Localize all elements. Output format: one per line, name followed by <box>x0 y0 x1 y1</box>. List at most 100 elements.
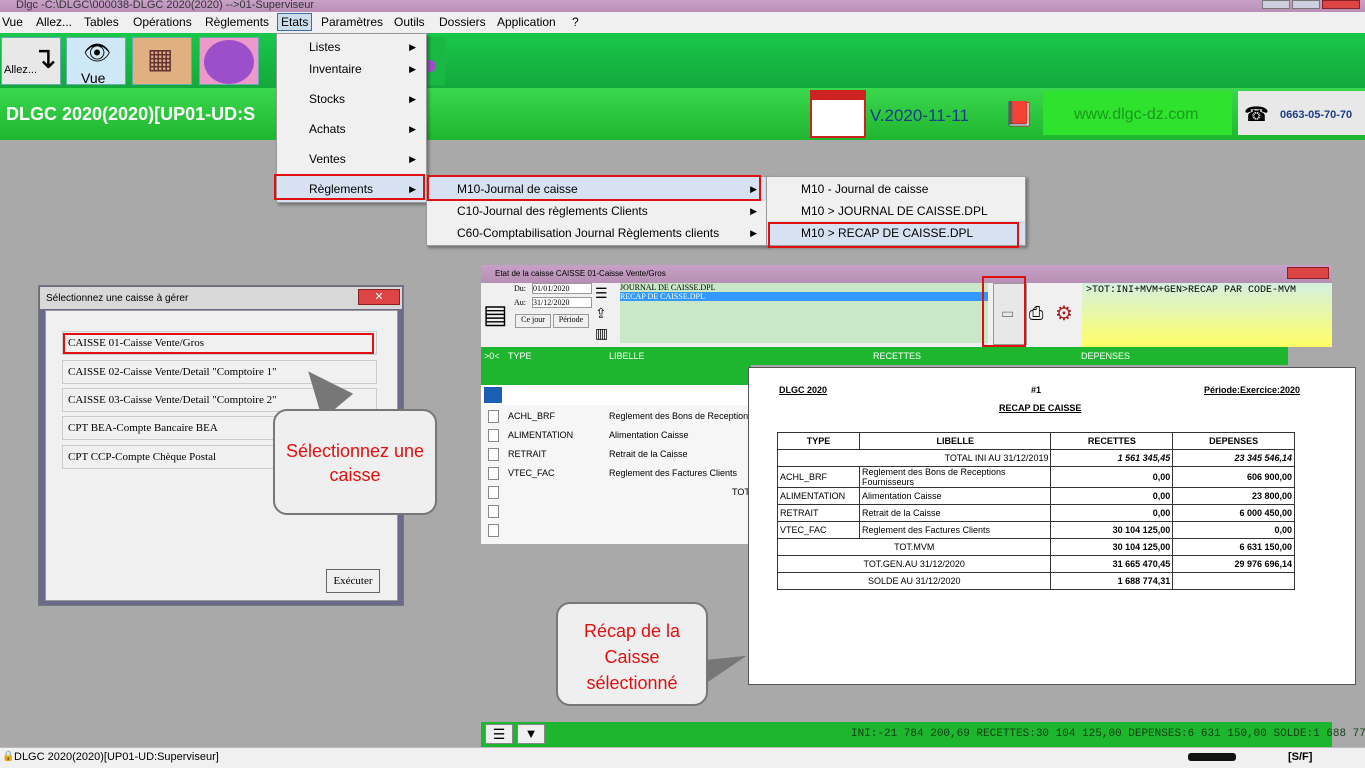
report-cell-recettes: 0,00 <box>1050 504 1174 522</box>
status-session: DLGC 2020(2020)[UP01-UD:Superviseur] <box>14 751 219 763</box>
settings-sliders-icon[interactable]: ☰ <box>595 285 608 302</box>
report-page: #1 <box>1031 385 1042 395</box>
report-table: TYPE LIBELLE RECETTES DEPENSES TOTAL INI… <box>776 432 1295 590</box>
menu-parametres[interactable]: Paramètres <box>321 15 383 29</box>
caisse-dialog-close-button[interactable]: ✕ <box>358 289 400 305</box>
report-period: Période:Exercice:2020 <box>1204 385 1301 395</box>
grid-cell-libelle: Alimentation Caisse <box>609 430 689 440</box>
report-item-recap[interactable]: RECAP DE CAISSE.DPL <box>620 292 988 301</box>
chevron-right-icon: ▶ <box>750 206 757 216</box>
grid-row[interactable]: RETRAIT Retrait de la Caisse <box>488 445 748 464</box>
report-row: ACHL_BRF Reglement des Bons de Reception… <box>777 466 1295 488</box>
caisse-dialog-titlebar: Sélectionnez une caisse à gérer ✕ <box>40 287 402 309</box>
grid-header-libelle[interactable]: LIBELLE <box>609 347 645 365</box>
report-company: DLGC 2020 <box>779 385 828 395</box>
vue-button[interactable]: 👁 Vue <box>66 37 126 86</box>
m10-journal-de-caisse-dpl[interactable]: M10 > JOURNAL DE CAISSE.DPL <box>767 199 1025 223</box>
periode-button[interactable]: Période <box>553 314 589 328</box>
upload-icon[interactable]: ⇪ <box>595 305 607 322</box>
menu-dossiers[interactable]: Dossiers <box>439 15 486 29</box>
callout-select: Sélectionnez une caisse <box>273 409 437 515</box>
basket-icon[interactable]: ▥ <box>595 325 608 342</box>
etats-menu-ventes[interactable]: Ventes ▶ <box>277 146 426 172</box>
allez-button[interactable]: Allez... ↴ <box>1 37 61 85</box>
window-title: Dlgc -C:\DLGC\000038-DLGC 2020(2020) -->… <box>16 0 315 11</box>
submenu-c10-journal-label: C10-Journal des règlements Clients <box>457 204 648 218</box>
etats-menu-inventaire-label: Inventaire <box>309 62 362 76</box>
etats-menu-achats-label: Achats <box>309 122 346 136</box>
etats-menu-stocks[interactable]: Stocks ▶ <box>277 86 426 112</box>
export-gear-icon[interactable]: ⚙ <box>1055 301 1073 326</box>
execute-button[interactable]: Exécuter <box>326 569 380 593</box>
du-input[interactable]: 01/01/2020 <box>532 283 592 294</box>
grid-cell-type: VTEC_FAC <box>508 468 555 478</box>
submenu-c60-comptabilisation-label: C60-Comptabilisation Journal Règlements … <box>457 226 720 240</box>
grid-header-depenses[interactable]: DEPENSES <box>1081 347 1130 365</box>
menu-vue[interactable]: Vue <box>2 15 23 29</box>
grid-cell-libelle: Reglement des Factures Clients <box>609 468 738 478</box>
users-icon <box>204 40 254 84</box>
menu-reglements[interactable]: Règlements <box>205 15 269 29</box>
grid-row[interactable]: VTEC_FAC Reglement des Factures Clients <box>488 464 748 483</box>
website-text[interactable]: www.dlgc-dz.com <box>1074 106 1198 124</box>
du-label: Du: <box>514 284 526 293</box>
minimize-button[interactable] <box>1262 0 1290 9</box>
m10-journal-de-caisse[interactable]: M10 - Journal de caisse <box>767 177 1025 201</box>
grid-cell-libelle: Retrait de la Caisse <box>609 449 688 459</box>
report-tot-gen-label: TOT.GEN.AU 31/12/2020 <box>776 555 1052 573</box>
caisse-dialog-title: Sélectionnez une caisse à gérer <box>46 293 189 304</box>
grid-header-check[interactable]: >0< <box>484 347 500 365</box>
report-solde-label: SOLDE AU 31/12/2020 <box>776 572 1052 590</box>
etats-menu-achats[interactable]: Achats ▶ <box>277 116 426 142</box>
report-solde-recettes: 1 688 774,31 <box>1050 572 1174 590</box>
grid-row[interactable]: ALIMENTATION Alimentation Caisse <box>488 426 748 445</box>
report-tot-gen-depenses: 29 976 696,14 <box>1172 555 1295 573</box>
submenu-c60-comptabilisation[interactable]: C60-Comptabilisation Journal Règlements … <box>427 221 767 245</box>
print-icon[interactable]: ⎙ <box>1029 303 1043 324</box>
menu-help[interactable]: ? <box>572 15 579 29</box>
menu-bar: Vue Allez... Tables Opérations Règlement… <box>0 12 1365 33</box>
submenu-c10-journal[interactable]: C10-Journal des règlements Clients ▶ <box>427 199 767 223</box>
menu-operations[interactable]: Opérations <box>133 15 192 29</box>
report-cell-libelle: Alimentation Caisse <box>858 487 1052 505</box>
au-input[interactable]: 31/12/2020 <box>532 297 592 308</box>
menu-allez[interactable]: Allez... <box>36 15 72 29</box>
grid-header-type[interactable]: TYPE <box>508 347 532 365</box>
close-button[interactable] <box>1322 0 1360 9</box>
etat-footer-totals: INI:-21 784 200,69 RECETTES:30 104 125,0… <box>851 728 1365 740</box>
cash-register-icon: ▤ <box>483 299 508 329</box>
ce-jour-button[interactable]: Ce jour <box>515 314 551 328</box>
version-text: V.2020-11-11 <box>870 106 969 125</box>
menu-tables[interactable]: Tables <box>84 15 119 29</box>
report-item-journal[interactable]: JOURNAL DE CAISSE.DPL <box>620 283 988 292</box>
menu-icon[interactable]: ☰ <box>485 724 513 744</box>
grid-icon: ▦ <box>147 43 174 74</box>
report-header-depenses: DEPENSES <box>1172 432 1295 450</box>
report-cell-libelle: Reglement des Bons de Receptions Fournis… <box>858 466 1052 488</box>
grid-selected-row <box>481 385 751 405</box>
etat-footer: ☰ ▼ INI:-21 784 200,69 RECETTES:30 104 1… <box>481 722 1365 747</box>
users-button[interactable] <box>199 37 259 85</box>
etat-window-close-button[interactable] <box>1287 267 1329 279</box>
menu-application[interactable]: Application <box>497 15 556 29</box>
grid-header-recettes[interactable]: RECETTES <box>873 347 921 365</box>
grid-row-checkbox[interactable] <box>488 505 499 518</box>
arrow-down-icon: ↴ <box>32 42 58 75</box>
menu-outils[interactable]: Outils <box>394 15 425 29</box>
maximize-button[interactable] <box>1292 0 1320 9</box>
grid-cell-type: RETRAIT <box>508 449 547 459</box>
grid-header: >0< TYPE LIBELLE RECETTES DEPENSES <box>481 347 1288 365</box>
report-cell-recettes: 0,00 <box>1050 487 1174 505</box>
grid-row-checkbox[interactable] <box>488 524 499 537</box>
grid-row[interactable]: ACHL_BRF Reglement des Bons de Receptions… <box>488 407 761 426</box>
filter-icon[interactable]: ▼ <box>517 724 545 744</box>
report-header-type: TYPE <box>777 432 860 450</box>
etat-window-titlebar: Etat de la caisse CAISSE 01-Caisse Vente… <box>481 265 1332 283</box>
menu-etats[interactable]: Etats <box>277 13 313 31</box>
usb-key-icon <box>1188 753 1236 761</box>
grid-button[interactable]: ▦ <box>132 37 192 85</box>
preview-highlight <box>982 276 1026 347</box>
window-controls <box>1262 0 1362 10</box>
grid-cell-type: ACHL_BRF <box>508 411 556 421</box>
etats-menu-inventaire[interactable]: Inventaire ▶ <box>277 56 426 82</box>
